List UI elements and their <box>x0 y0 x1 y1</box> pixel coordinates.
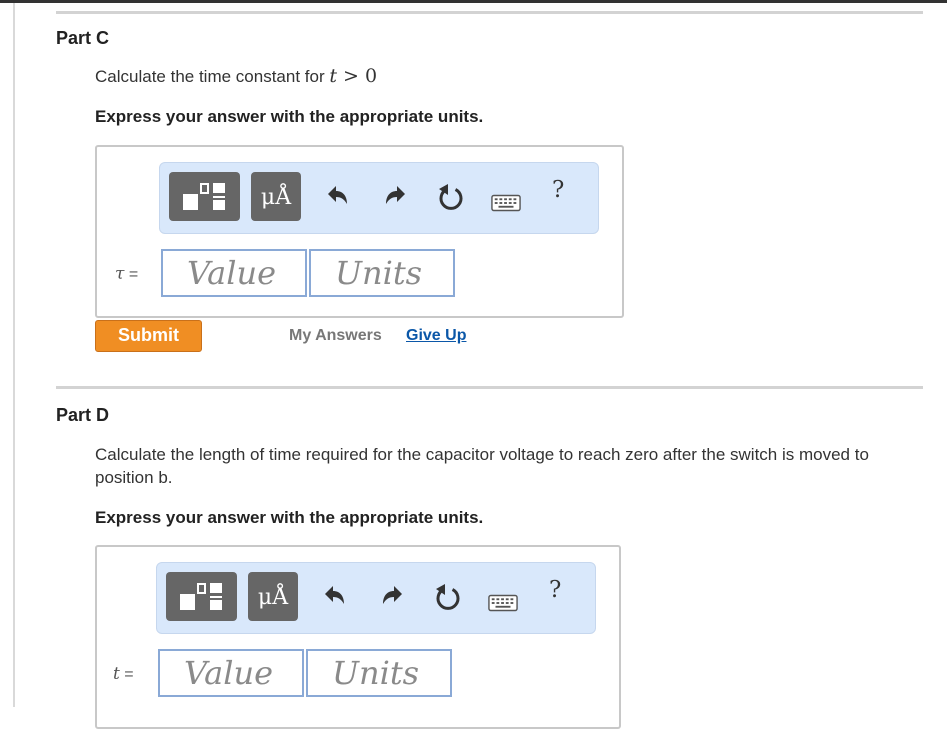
units-input[interactable] <box>306 649 452 697</box>
variable-symbol: τ <box>115 264 125 284</box>
keyboard-icon[interactable] <box>488 588 518 618</box>
my-answers-link[interactable]: My Answers <box>289 327 382 345</box>
part-d-instruction: Express your answer with the appropriate… <box>95 508 484 527</box>
section-divider <box>56 11 923 14</box>
part-c-instruction: Express your answer with the appropriate… <box>95 107 484 126</box>
submit-button[interactable]: Submit <box>95 320 202 352</box>
math-toolbar: μÅ ? <box>156 562 596 634</box>
templates-icon[interactable] <box>169 172 240 221</box>
templates-icon[interactable] <box>166 572 237 621</box>
value-input[interactable] <box>161 249 307 297</box>
help-icon[interactable]: ? <box>549 577 561 603</box>
redo-icon[interactable] <box>377 583 407 613</box>
left-border <box>13 3 15 707</box>
part-d-answer-box: μÅ ? t = <box>95 545 621 729</box>
part-c-title: Part C <box>56 28 110 48</box>
math-toolbar: μÅ ? <box>159 162 599 234</box>
help-icon[interactable]: ? <box>552 177 564 203</box>
part-d-title: Part D <box>56 405 110 425</box>
redo-icon[interactable] <box>380 183 410 213</box>
math-number: 0 <box>364 65 378 87</box>
section-divider <box>56 386 923 389</box>
variable-symbol: t <box>113 664 120 684</box>
equals-sign: = <box>124 266 139 283</box>
variable-label: t = <box>113 664 134 684</box>
prompt-text: Calculate the time constant for <box>95 67 330 86</box>
value-input[interactable] <box>158 649 304 697</box>
equals-sign: = <box>119 666 134 683</box>
symbols-icon[interactable]: μÅ <box>251 172 301 221</box>
variable-label: τ = <box>115 264 138 284</box>
give-up-link[interactable]: Give Up <box>406 327 466 345</box>
math-variable: t <box>329 65 337 87</box>
top-border <box>0 0 947 3</box>
undo-icon[interactable] <box>323 183 353 213</box>
math-operator: > <box>336 65 365 87</box>
symbols-icon[interactable]: μÅ <box>248 572 298 621</box>
undo-icon[interactable] <box>320 583 350 613</box>
part-c-answer-box: μÅ ? τ = <box>95 145 624 318</box>
part-c-prompt: Calculate the time constant for t > 0 <box>95 65 377 88</box>
reset-icon[interactable] <box>436 183 466 213</box>
units-input[interactable] <box>309 249 455 297</box>
reset-icon[interactable] <box>433 583 463 613</box>
part-d-prompt: Calculate the length of time required fo… <box>95 445 869 487</box>
keyboard-icon[interactable] <box>491 188 521 218</box>
